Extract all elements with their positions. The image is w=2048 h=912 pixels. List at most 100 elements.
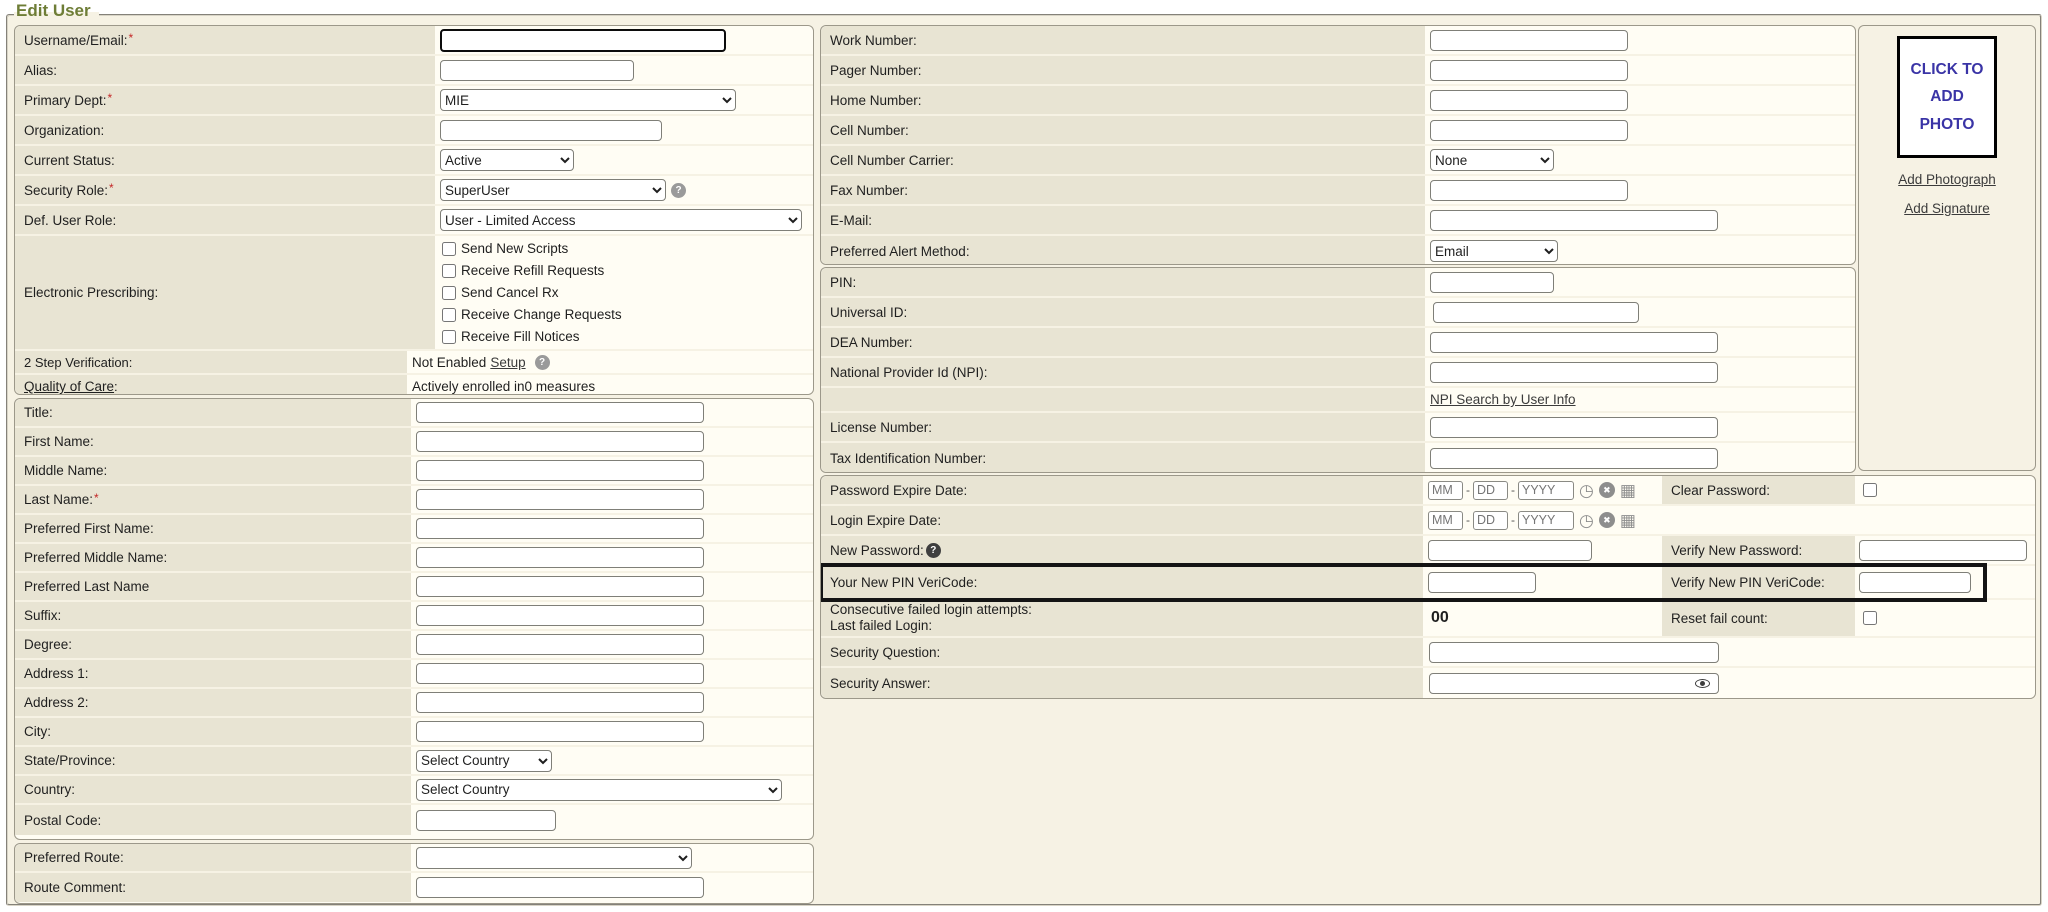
state-province-select[interactable]: Select Country [416, 750, 552, 772]
work-number-input[interactable] [1430, 30, 1628, 51]
npi-search-label-cell [821, 388, 1425, 411]
postal-code-input[interactable] [416, 810, 556, 831]
clear-date-icon[interactable]: ✖ [1599, 512, 1615, 528]
failed-login-count: 00 [1423, 600, 1662, 636]
address1-input[interactable] [416, 663, 704, 684]
verify-pin-vericode-input[interactable] [1859, 572, 1971, 593]
eprescribing-option: Send Cancel Rx [442, 282, 559, 304]
verify-pin-vericode-label: Verify New PIN VeriCode: [1662, 566, 1855, 598]
clear-date-icon[interactable]: ✖ [1599, 482, 1615, 498]
fax-number-input[interactable] [1430, 180, 1628, 201]
npi-input[interactable] [1430, 362, 1718, 383]
preferred-last-name-input[interactable] [416, 576, 704, 597]
first-name-label: First Name: [15, 428, 411, 455]
npi-search-link[interactable]: NPI Search by User Info [1430, 392, 1576, 407]
login-expire-day-input[interactable] [1473, 511, 1508, 530]
primary-dept-select[interactable]: MIE [440, 89, 736, 111]
tax-id-input[interactable] [1430, 448, 1718, 469]
reset-fail-count-checkbox[interactable] [1863, 611, 1877, 625]
required-marker: * [94, 491, 99, 505]
country-select[interactable]: Select Country [416, 779, 782, 801]
last-name-input[interactable] [416, 489, 704, 510]
preferred-first-name-input[interactable] [416, 518, 704, 539]
pager-number-input[interactable] [1430, 60, 1628, 81]
cell-carrier-label: Cell Number Carrier: [821, 146, 1425, 174]
eprescribing-label: Electronic Prescribing: [15, 236, 435, 349]
help-icon[interactable]: ? [535, 355, 550, 370]
title-input[interactable] [416, 402, 704, 423]
city-input[interactable] [416, 721, 704, 742]
username-row: Username/Email:* [15, 26, 813, 56]
preferred-route-select[interactable] [416, 847, 692, 869]
alias-input[interactable] [440, 60, 634, 81]
route-comment-label: Route Comment: [15, 873, 411, 902]
preferred-middle-name-input[interactable] [416, 547, 704, 568]
add-photo-placeholder[interactable]: CLICK TO ADD PHOTO [1897, 36, 1997, 158]
contact-section: Work Number: Pager Number: Home Number: … [820, 25, 1856, 265]
clear-password-checkbox[interactable] [1863, 483, 1877, 497]
degree-input[interactable] [416, 634, 704, 655]
security-answer-input[interactable] [1429, 673, 1719, 694]
alert-method-select[interactable]: Email [1430, 240, 1558, 262]
calendar-icon[interactable]: ▦ [1620, 512, 1636, 529]
password-expire-year-input[interactable] [1518, 481, 1574, 500]
cell-number-input[interactable] [1430, 120, 1628, 141]
pin-input[interactable] [1430, 272, 1554, 293]
license-number-input[interactable] [1430, 417, 1718, 438]
password-expire-month-input[interactable] [1428, 481, 1463, 500]
pin-vericode-input[interactable] [1428, 572, 1536, 593]
add-photograph-link[interactable]: Add Photograph [1898, 172, 1996, 187]
quality-of-care-link[interactable]: Quality of Care [24, 379, 114, 394]
def-user-role-select[interactable]: User - Limited Access [440, 209, 802, 231]
clock-icon[interactable]: ◷ [1579, 482, 1594, 499]
preferred-first-name-label: Preferred First Name: [15, 515, 411, 542]
login-expire-month-input[interactable] [1428, 511, 1463, 530]
dea-number-row: DEA Number: [821, 328, 1855, 358]
receive-refill-requests-checkbox[interactable] [442, 264, 456, 278]
security-question-input[interactable] [1429, 642, 1719, 663]
email-input[interactable] [1430, 210, 1718, 231]
last-name-label: Last Name:* [15, 486, 411, 513]
home-number-input[interactable] [1430, 90, 1628, 111]
country-row: Country:Select Country [15, 776, 813, 805]
tax-id-row: Tax Identification Number: [821, 443, 1855, 472]
password-expire-day-input[interactable] [1473, 481, 1508, 500]
first-name-input[interactable] [416, 431, 704, 452]
dea-number-input[interactable] [1430, 332, 1718, 353]
current-status-select[interactable]: Active [440, 149, 574, 171]
calendar-icon[interactable]: ▦ [1620, 482, 1636, 499]
work-number-label: Work Number: [821, 26, 1425, 54]
suffix-input[interactable] [416, 605, 704, 626]
suffix-label: Suffix: [15, 602, 411, 629]
help-icon[interactable]: ? [926, 543, 941, 558]
universal-id-input[interactable] [1433, 302, 1639, 323]
new-password-input[interactable] [1428, 540, 1592, 561]
add-signature-link[interactable]: Add Signature [1904, 201, 1990, 216]
middle-name-input[interactable] [416, 460, 704, 481]
cell-carrier-select[interactable]: None [1430, 149, 1554, 171]
address2-row: Address 2: [15, 689, 813, 718]
login-expire-year-input[interactable] [1518, 511, 1574, 530]
two-step-setup-link[interactable]: Setup [490, 355, 525, 370]
receive-change-requests-checkbox[interactable] [442, 308, 456, 322]
route-comment-input[interactable] [416, 877, 704, 898]
postal-code-row: Postal Code: [15, 805, 813, 835]
two-step-row: 2 Step Verification: Not EnabledSetup? [15, 351, 813, 375]
send-cancel-rx-checkbox[interactable] [442, 286, 456, 300]
fax-number-label: Fax Number: [821, 176, 1425, 204]
receive-fill-notices-checkbox[interactable] [442, 330, 456, 344]
organization-input[interactable] [440, 120, 662, 141]
security-question-label: Security Question: [821, 638, 1423, 666]
clock-icon[interactable]: ◷ [1579, 512, 1594, 529]
show-password-eye-icon[interactable] [1695, 679, 1710, 688]
verify-new-password-input[interactable] [1859, 540, 2027, 561]
alert-method-row: Preferred Alert Method:Email [821, 236, 1855, 264]
help-icon[interactable]: ? [671, 183, 686, 198]
security-role-select[interactable]: SuperUser [440, 179, 666, 201]
send-new-scripts-checkbox[interactable] [442, 242, 456, 256]
address2-input[interactable] [416, 692, 704, 713]
middle-name-row: Middle Name: [15, 457, 813, 486]
license-number-row: License Number: [821, 413, 1855, 443]
username-input[interactable] [440, 29, 726, 52]
pager-number-label: Pager Number: [821, 56, 1425, 84]
